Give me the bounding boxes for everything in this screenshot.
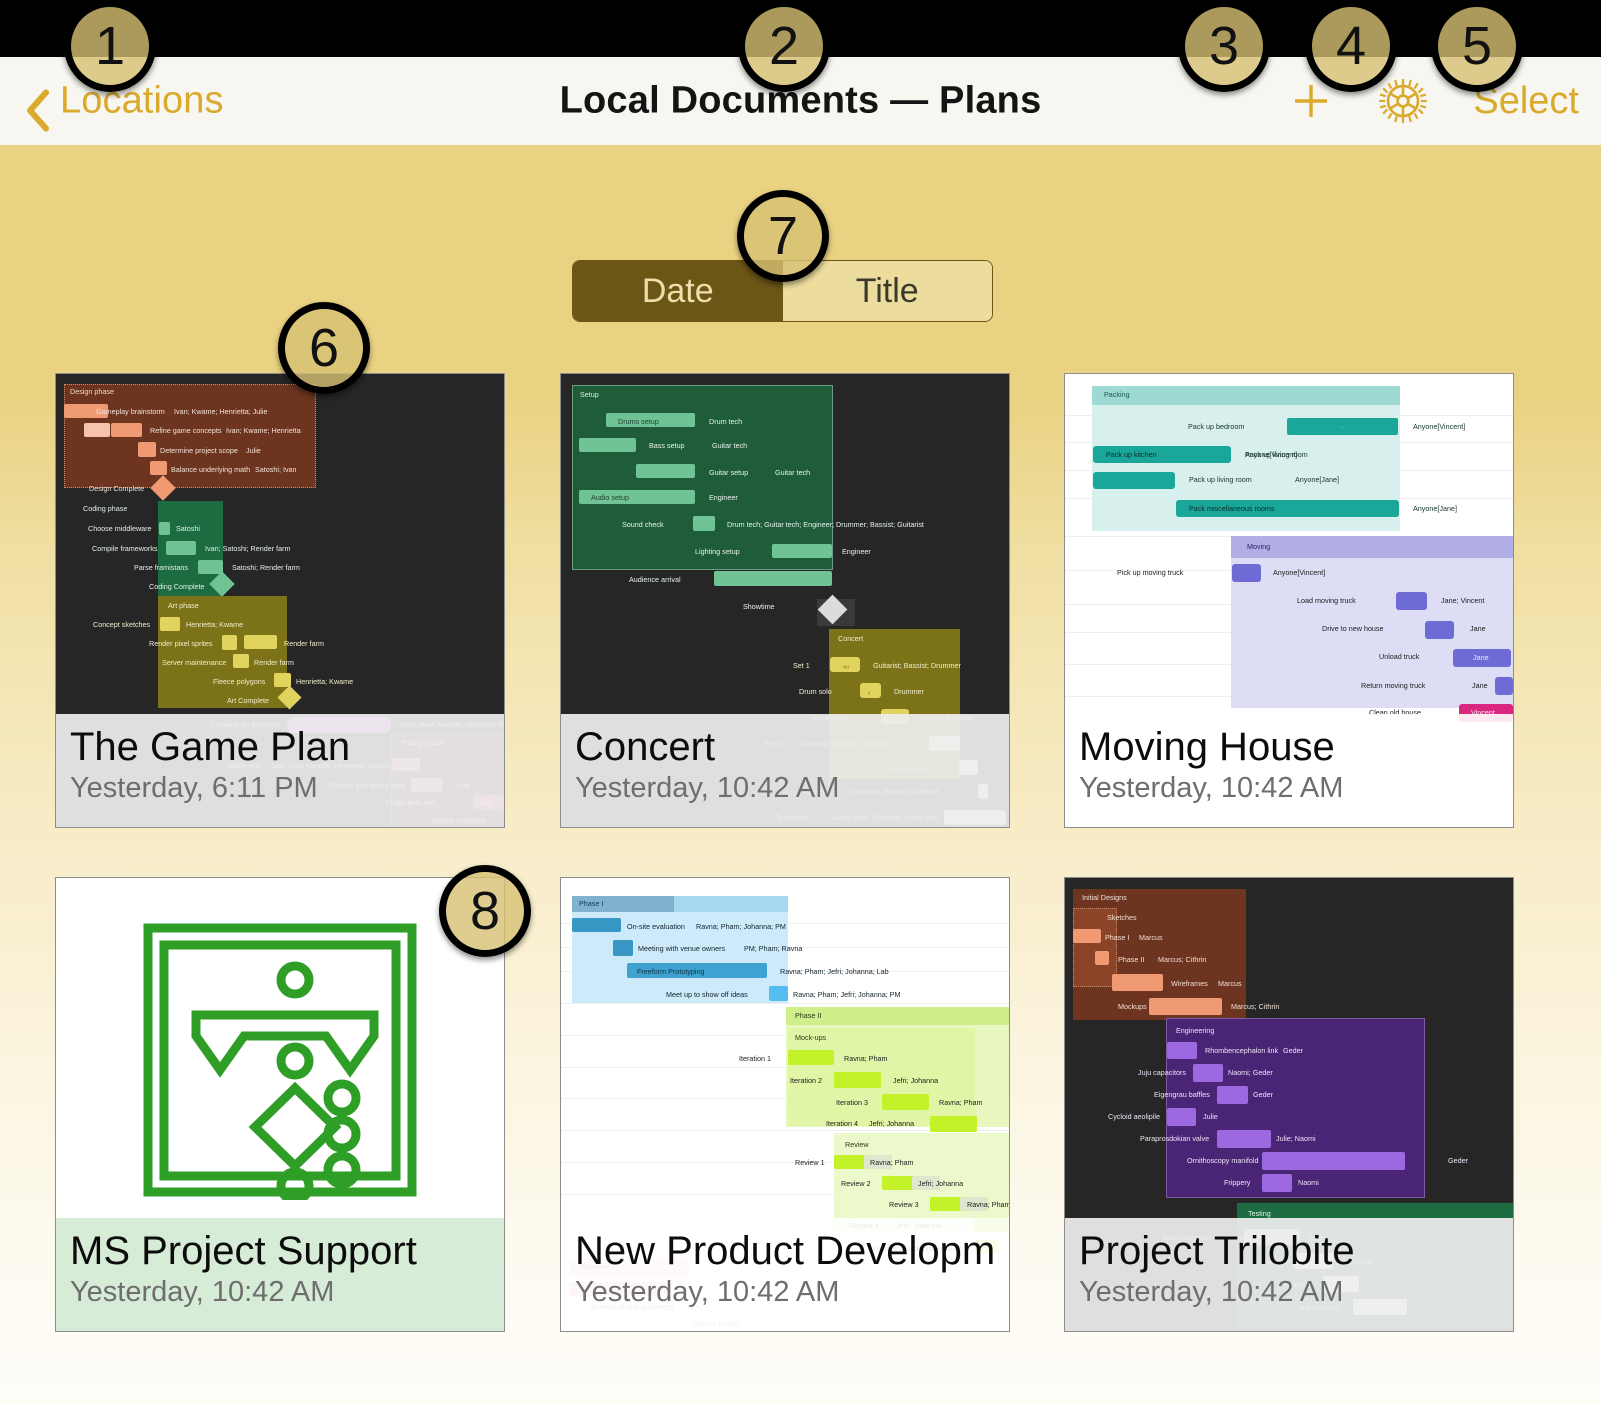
document-card-footer: MS Project Support Yesterday, 10:42 AM: [56, 1218, 504, 1331]
document-date: Yesterday, 6:11 PM: [70, 772, 318, 804]
document-title: The Game Plan: [70, 725, 351, 769]
document-card-the-game-plan[interactable]: Design phase Gameplay brainstorm Ivan; K…: [55, 373, 505, 828]
app-root: Locations Local Documents — Plans Select…: [0, 0, 1601, 1403]
document-date: Yesterday, 10:42 AM: [575, 1276, 840, 1308]
callout-badge-5: 5: [1431, 0, 1523, 92]
document-card-footer: The Game Plan Yesterday, 6:11 PM: [56, 714, 504, 827]
document-title: Moving House: [1079, 725, 1335, 769]
document-card-new-product-development[interactable]: Phase I On-site evaluation Ravna; Pham; …: [560, 877, 1010, 1332]
document-title: Project Trilobite: [1079, 1229, 1355, 1273]
document-title: New Product Developm…: [575, 1229, 995, 1273]
document-title: Concert: [575, 725, 716, 769]
callout-badge-8: 8: [439, 865, 531, 957]
document-date: Yesterday, 10:42 AM: [1079, 1276, 1344, 1308]
callout-badge-2: 2: [738, 0, 830, 92]
document-date: Yesterday, 10:42 AM: [70, 1276, 335, 1308]
callout-badge-4: 4: [1305, 0, 1397, 92]
document-card-footer: Concert Yesterday, 10:42 AM: [561, 714, 1009, 827]
document-date: Yesterday, 10:42 AM: [575, 772, 840, 804]
document-card-footer: New Product Developm… Yesterday, 10:42 A…: [561, 1218, 1009, 1331]
document-card-ms-project-support[interactable]: MS Project Support Yesterday, 10:42 AM: [55, 877, 505, 1332]
document-card-footer: Moving House Yesterday, 10:42 AM: [1065, 714, 1513, 827]
document-card-concert[interactable]: Setup Drums setup Drum tech Bass setup G…: [560, 373, 1010, 828]
callout-badge-3: 3: [1178, 0, 1270, 92]
document-browser-content: Date Title Design phase Gameplay brainst…: [0, 148, 1601, 1403]
callout-badge-6: 6: [278, 302, 370, 394]
document-card-project-trilobite[interactable]: Initial Designs Sketches Phase I Marcus …: [1064, 877, 1514, 1332]
flowchart-document-icon: [140, 920, 420, 1240]
gear-icon[interactable]: [1377, 75, 1429, 127]
document-date: Yesterday, 10:42 AM: [1079, 772, 1344, 804]
document-card-footer: Project Trilobite Yesterday, 10:42 AM: [1065, 1218, 1513, 1331]
document-grid: Design phase Gameplay brainstorm Ivan; K…: [0, 148, 1601, 1403]
document-card-moving-house[interactable]: Packing Pack up bedroom ··· Anyone[Vince…: [1064, 373, 1514, 828]
callout-badge-7: 7: [737, 190, 829, 282]
document-title: MS Project Support: [70, 1229, 417, 1273]
callout-badge-1: 1: [64, 0, 156, 92]
